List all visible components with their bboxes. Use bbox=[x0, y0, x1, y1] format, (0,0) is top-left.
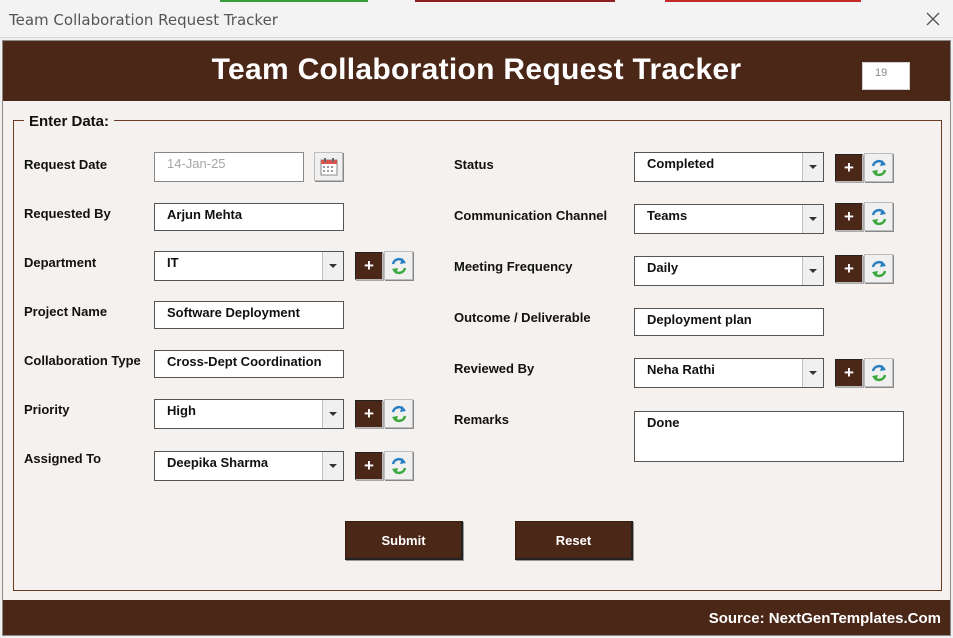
department-dropdown[interactable]: IT bbox=[154, 251, 344, 281]
source-credit: Source: NextGenTemplates.Com bbox=[708, 610, 941, 627]
refresh-icon bbox=[391, 405, 406, 422]
refresh-status-button[interactable] bbox=[864, 153, 893, 182]
reset-button[interactable]: Reset bbox=[515, 521, 633, 560]
outcome-label: Outcome / Deliverable bbox=[454, 310, 591, 325]
title-bar: Team Collaboration Request Tracker bbox=[0, 0, 953, 38]
refresh-channel-button[interactable] bbox=[864, 202, 893, 231]
department-value: IT bbox=[167, 255, 179, 270]
group-label: Enter Data: bbox=[24, 113, 115, 130]
refresh-priority-button[interactable] bbox=[384, 399, 413, 428]
communication-channel-label: Communication Channel bbox=[454, 208, 608, 223]
status-label: Status bbox=[454, 157, 494, 172]
refresh-icon bbox=[871, 364, 886, 381]
reviewed-by-dropdown[interactable]: Neha Rathi bbox=[634, 358, 824, 388]
requested-by-label: Requested By bbox=[24, 206, 111, 221]
page-title: Team Collaboration Request Tracker bbox=[211, 53, 742, 86]
communication-channel-dropdown[interactable]: Teams bbox=[634, 204, 824, 234]
refresh-department-button[interactable] bbox=[384, 251, 413, 280]
form-header: Team Collaboration Request Tracker 19 bbox=[3, 41, 950, 101]
chevron-down-icon[interactable] bbox=[802, 359, 823, 387]
chevron-down-icon[interactable] bbox=[322, 452, 343, 480]
project-name-field[interactable]: Software Deployment bbox=[154, 301, 344, 329]
close-button[interactable] bbox=[919, 6, 947, 32]
collaboration-type-field[interactable]: Cross-Dept Coordination bbox=[154, 350, 344, 378]
chevron-down-icon[interactable] bbox=[322, 252, 343, 280]
add-assignee-button[interactable]: + bbox=[355, 452, 383, 480]
refresh-frequency-button[interactable] bbox=[864, 254, 893, 283]
add-priority-button[interactable]: + bbox=[355, 400, 383, 428]
refresh-icon bbox=[391, 457, 406, 474]
app-window: Team Collaboration Request Tracker Team … bbox=[0, 0, 953, 638]
collaboration-type-label: Collaboration Type bbox=[24, 353, 141, 368]
meeting-frequency-label: Meeting Frequency bbox=[454, 259, 573, 274]
chevron-down-icon[interactable] bbox=[802, 257, 823, 285]
close-icon bbox=[926, 12, 940, 26]
outcome-field[interactable]: Deployment plan bbox=[634, 308, 824, 336]
footer: Source: NextGenTemplates.Com bbox=[3, 600, 950, 635]
reviewed-by-label: Reviewed By bbox=[454, 361, 535, 376]
refresh-icon bbox=[391, 257, 406, 274]
requested-by-field[interactable]: Arjun Mehta bbox=[154, 203, 344, 231]
communication-channel-value: Teams bbox=[647, 208, 688, 223]
request-date-label: Request Date bbox=[24, 157, 108, 172]
add-frequency-button[interactable]: + bbox=[835, 255, 863, 283]
assigned-to-label: Assigned To bbox=[24, 451, 102, 466]
refresh-reviewer-button[interactable] bbox=[864, 358, 893, 387]
assigned-to-value: Deepika Sharma bbox=[167, 455, 269, 470]
priority-label: Priority bbox=[24, 402, 70, 417]
status-value: Completed bbox=[647, 156, 715, 171]
date-picker-button[interactable] bbox=[314, 152, 343, 181]
meeting-frequency-value: Daily bbox=[647, 260, 679, 275]
add-status-button[interactable]: + bbox=[835, 154, 863, 182]
data-entry-group bbox=[13, 120, 942, 591]
priority-value: High bbox=[167, 403, 196, 418]
reviewed-by-value: Neha Rathi bbox=[647, 362, 715, 377]
refresh-icon bbox=[871, 159, 886, 176]
department-label: Department bbox=[24, 255, 97, 270]
chevron-down-icon[interactable] bbox=[802, 205, 823, 233]
remarks-label: Remarks bbox=[454, 412, 509, 427]
chevron-down-icon[interactable] bbox=[802, 153, 823, 181]
project-name-label: Project Name bbox=[24, 304, 108, 319]
add-department-button[interactable]: + bbox=[355, 252, 383, 280]
window-title: Team Collaboration Request Tracker bbox=[9, 11, 278, 29]
add-reviewer-button[interactable]: + bbox=[835, 359, 863, 387]
submit-button[interactable]: Submit bbox=[345, 521, 463, 560]
assigned-to-dropdown[interactable]: Deepika Sharma bbox=[154, 451, 344, 481]
meeting-frequency-dropdown[interactable]: Daily bbox=[634, 256, 824, 286]
refresh-icon bbox=[871, 208, 886, 225]
calendar-icon bbox=[320, 157, 337, 175]
refresh-assignee-button[interactable] bbox=[384, 451, 413, 480]
status-dropdown[interactable]: Completed bbox=[634, 152, 824, 182]
priority-dropdown[interactable]: High bbox=[154, 399, 344, 429]
remarks-textarea[interactable]: Done bbox=[634, 411, 904, 462]
add-channel-button[interactable]: + bbox=[835, 203, 863, 231]
request-date-field[interactable]: 14-Jan-25 bbox=[154, 152, 304, 182]
refresh-icon bbox=[871, 260, 886, 277]
record-id-field[interactable]: 19 bbox=[862, 62, 910, 90]
chevron-down-icon[interactable] bbox=[322, 400, 343, 428]
entry-form: Team Collaboration Request Tracker 19 En… bbox=[2, 40, 951, 636]
